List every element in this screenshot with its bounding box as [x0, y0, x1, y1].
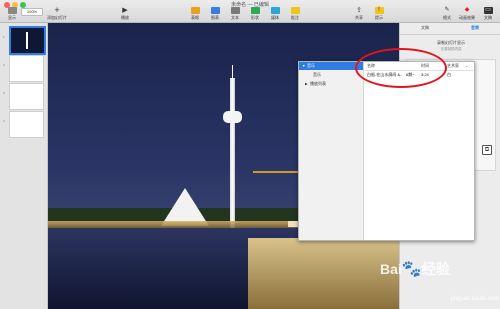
document-button[interactable]: ▭ 文稿: [478, 7, 498, 20]
watermark-text: Bai: [380, 261, 402, 277]
animate-button[interactable]: ◆ 动画效果: [457, 7, 477, 20]
play-button[interactable]: ▶ 播放: [115, 7, 135, 20]
insert-chart-button[interactable]: 图表: [205, 7, 225, 20]
record-title: 录制幻灯片显示: [437, 40, 465, 45]
text-icon: [230, 7, 240, 14]
insert-table-button[interactable]: 表格: [185, 7, 205, 20]
annotation-circle: [355, 48, 447, 88]
slide-number: 4: [3, 119, 5, 123]
paw-icon: 🐾: [401, 261, 422, 278]
sidebar-item-label: 播放列表: [310, 81, 326, 86]
deck: [248, 238, 399, 309]
sidebar-item-label: 音乐: [307, 63, 315, 68]
crane: [253, 171, 301, 173]
slide-thumbnail-3[interactable]: [9, 83, 44, 110]
tower-shaft: [230, 78, 235, 228]
shape-icon: [250, 7, 260, 14]
sidebar-item-playlists[interactable]: ▶ 播放列表: [299, 80, 366, 88]
slide-number: 1: [3, 35, 5, 39]
track-artist: 白: [447, 72, 451, 77]
comment-icon: [290, 7, 300, 14]
column-artist[interactable]: 艺术家: [447, 62, 459, 70]
insert-text-button[interactable]: 文本: [225, 7, 245, 20]
view-button[interactable]: 显示: [2, 7, 22, 20]
animate-icon: ◆: [464, 7, 470, 13]
slide-thumbnail-2[interactable]: [9, 55, 44, 82]
tab-document[interactable]: 文稿: [400, 25, 450, 31]
format-button[interactable]: ✎ 格式: [437, 7, 457, 20]
chevron-down-icon: ⌄: [465, 63, 469, 68]
share-button[interactable]: ⇪ 共享: [349, 7, 369, 20]
tower-pod: [223, 111, 242, 123]
media-browser-popup: ▼ 音乐 音乐 ▶ 播放列表 名称 时间 艺术家 ⌄ 白船-在山水屏间 &... 6…: [298, 61, 475, 241]
add-slide-button[interactable]: + 添加幻灯片: [45, 5, 69, 21]
tab-audio[interactable]: 音频: [450, 25, 500, 31]
slide-number: 2: [3, 63, 5, 67]
tips-icon: !: [374, 7, 384, 14]
media-sidebar: ▼ 音乐 音乐 ▶ 播放列表: [299, 62, 364, 240]
view-icon: [7, 7, 17, 14]
play-icon: ▶: [122, 7, 128, 14]
tower-spire: [232, 65, 233, 79]
document-icon: ▭: [483, 7, 493, 14]
slide-thumbnail-1[interactable]: [9, 26, 46, 55]
slide-thumbnail-4[interactable]: [9, 111, 44, 138]
watermark-domain: jingyan.baidu.com: [451, 296, 500, 302]
share-icon: ⇪: [356, 7, 362, 14]
window-titlebar: 未命名 — 已编辑 显示 100% + 添加幻灯片 ▶ 播放 表格 图表 文本 …: [0, 0, 500, 23]
insert-media-button[interactable]: 媒体: [265, 7, 285, 20]
chart-icon: [210, 7, 220, 14]
add-slide-icon: +: [54, 5, 60, 15]
slide-navigator: 1 2 3 4: [0, 23, 48, 309]
comment-button[interactable]: 批注: [285, 7, 305, 20]
slide-number: 3: [3, 91, 5, 95]
sidebar-item-label: 音乐: [313, 72, 321, 77]
format-icon: ✎: [444, 7, 450, 13]
inspector-tabs: 文稿 音频: [400, 23, 500, 35]
media-icon: [270, 7, 280, 14]
media-browser-icon[interactable]: ⧉: [482, 145, 492, 155]
tower-thumb: [26, 32, 28, 49]
sidebar-item-music[interactable]: ▼ 音乐: [299, 62, 363, 70]
watermark-suffix: 经验: [421, 261, 450, 277]
table-icon: [190, 7, 200, 14]
tips-button[interactable]: ! 提示: [369, 7, 389, 20]
baidu-watermark: Bai🐾经验: [380, 259, 450, 279]
insert-shape-button[interactable]: 形状: [245, 7, 265, 20]
zoom-select[interactable]: 100%: [21, 8, 43, 16]
